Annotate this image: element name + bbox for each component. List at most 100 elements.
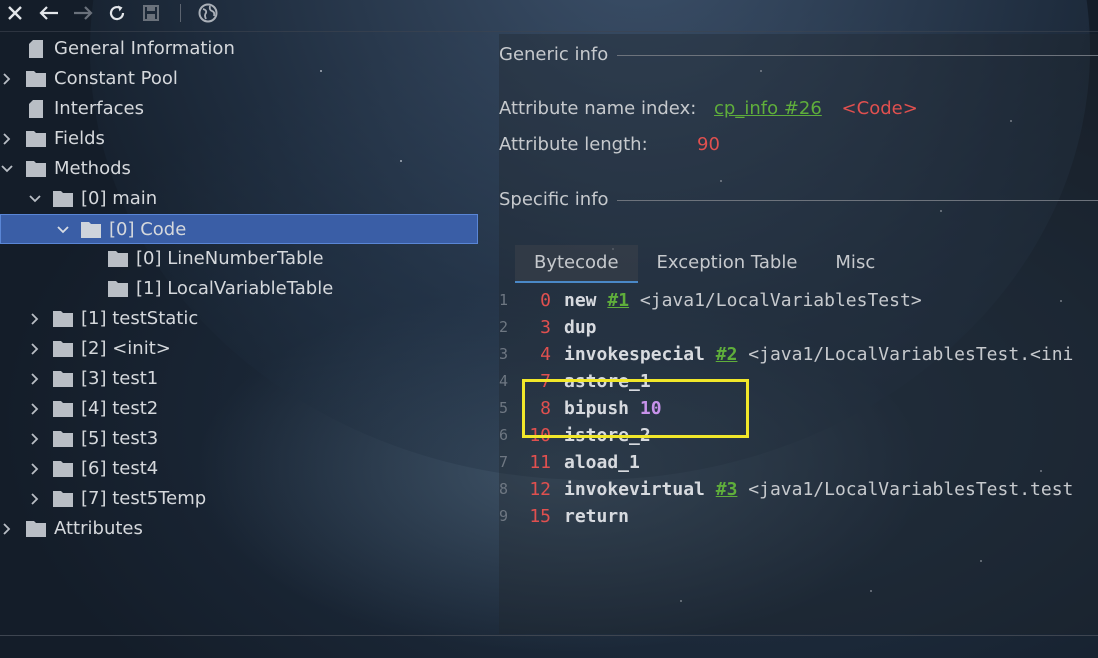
- tree-item-constant-pool[interactable]: Constant Pool: [0, 64, 480, 94]
- folder-icon: [26, 521, 46, 537]
- constant-comment: <java1/LocalVariablesTest>: [639, 290, 922, 311]
- toolbar-separator: [180, 4, 181, 22]
- attribute-detail-panel: Generic info Attribute name index: cp_in…: [499, 34, 1098, 634]
- save-icon: [143, 5, 159, 21]
- file-icon: [26, 100, 46, 118]
- tree-item-method-teststatic[interactable]: [1] testStatic: [0, 304, 480, 334]
- bytecode-line: 1 0 new #1 <java1/LocalVariablesTest>: [499, 287, 1098, 314]
- bytecode-offset: 3: [540, 317, 551, 338]
- line-number: 4: [499, 372, 509, 390]
- bytecode-offset: 12: [529, 479, 551, 500]
- attribute-length-value: 90: [697, 134, 720, 155]
- folder-icon: [53, 191, 73, 207]
- line-number: 5: [499, 399, 509, 417]
- tree-item-fields[interactable]: Fields: [0, 124, 480, 154]
- annotation-highlight-box: [522, 379, 749, 438]
- chevron-down-icon[interactable]: [56, 215, 70, 245]
- tree-item-method-test5temp[interactable]: [7] test5Temp: [0, 484, 480, 514]
- tree-item-label: Interfaces: [54, 98, 144, 119]
- tree-item-label: General Information: [54, 38, 235, 59]
- tree-item-label: [0] LineNumberTable: [136, 248, 324, 269]
- chevron-right-icon[interactable]: [28, 424, 42, 454]
- chevron-down-icon[interactable]: [0, 154, 14, 184]
- attribute-name-index-row: Attribute name index: cp_info #26 <Code>: [499, 98, 918, 119]
- tree-item-attributes[interactable]: Attributes: [0, 514, 480, 544]
- attribute-name-value: <Code>: [841, 98, 918, 119]
- folder-icon: [26, 161, 46, 177]
- folder-icon: [53, 491, 73, 507]
- tree-item-local-variable-table[interactable]: [1] LocalVariableTable: [0, 274, 480, 304]
- tree-item-method-test3[interactable]: [5] test3: [0, 424, 480, 454]
- bytecode-line: 2 3 dup: [499, 314, 1098, 341]
- line-number: 3: [499, 345, 509, 363]
- constant-ref-link[interactable]: #1: [607, 290, 629, 311]
- tree-item-method-test1[interactable]: [3] test1: [0, 364, 480, 394]
- tree-item-label: Methods: [54, 158, 131, 179]
- back-button[interactable]: [34, 1, 64, 25]
- chevron-right-icon[interactable]: [28, 334, 42, 364]
- refresh-icon: [109, 5, 125, 21]
- tree-item-method-init[interactable]: [2] <init>: [0, 334, 480, 364]
- folder-icon: [53, 461, 73, 477]
- tree-item-label: [3] test1: [81, 368, 159, 389]
- tree-item-method-test4[interactable]: [6] test4: [0, 454, 480, 484]
- opcode: aload_1: [564, 452, 640, 473]
- attribute-length-label: Attribute length:: [499, 134, 648, 155]
- class-structure-tree: General Information Constant Pool Interf…: [0, 34, 480, 544]
- file-icon: [26, 40, 46, 58]
- chevron-right-icon[interactable]: [0, 514, 14, 544]
- tree-item-label: [0] Code: [109, 219, 187, 240]
- tree-item-label: [1] LocalVariableTable: [136, 278, 334, 299]
- folder-icon: [53, 371, 73, 387]
- chevron-right-icon[interactable]: [28, 484, 42, 514]
- bytecode-instruction: invokespecial #2 <java1/LocalVariablesTe…: [564, 341, 1073, 368]
- close-icon: [8, 6, 22, 20]
- back-icon: [39, 6, 58, 20]
- opcode: new: [564, 290, 597, 311]
- folder-icon: [53, 341, 73, 357]
- toolbar-divider: [0, 31, 1098, 32]
- tree-item-method-test2[interactable]: [4] test2: [0, 394, 480, 424]
- tab-misc[interactable]: Misc: [816, 245, 894, 281]
- folder-icon: [81, 222, 101, 238]
- line-number: 1: [499, 291, 509, 309]
- refresh-button[interactable]: [102, 1, 132, 25]
- tab-bytecode[interactable]: Bytecode: [515, 245, 638, 283]
- save-button[interactable]: [136, 1, 166, 25]
- bytecode-line: 7 11 aload_1: [499, 449, 1098, 476]
- tree-item-label: Fields: [54, 128, 105, 149]
- web-button[interactable]: [193, 1, 223, 25]
- close-button[interactable]: [0, 1, 30, 25]
- tree-item-label: [1] testStatic: [81, 308, 199, 329]
- tree-item-methods[interactable]: Methods: [0, 154, 480, 184]
- tree-item-code[interactable]: [0] Code: [0, 214, 478, 244]
- constant-comment: <java1/LocalVariablesTest.<ini: [748, 344, 1074, 365]
- detail-tabs: Bytecode Exception Table Misc: [515, 245, 894, 283]
- chevron-right-icon[interactable]: [0, 124, 14, 154]
- chevron-right-icon[interactable]: [28, 454, 42, 484]
- constant-ref-link[interactable]: #2: [716, 344, 738, 365]
- opcode: return: [564, 506, 630, 527]
- chevron-down-icon[interactable]: [28, 184, 42, 214]
- constant-ref-link[interactable]: #3: [716, 479, 738, 500]
- opcode: invokespecial: [564, 344, 705, 365]
- bytecode-offset: 15: [529, 506, 551, 527]
- section-divider: [617, 55, 1098, 56]
- tree-item-interfaces[interactable]: Interfaces: [0, 94, 480, 124]
- chevron-right-icon[interactable]: [28, 394, 42, 424]
- cp-info-link[interactable]: cp_info #26: [714, 98, 822, 119]
- bytecode-instruction: new #1 <java1/LocalVariablesTest>: [564, 287, 922, 314]
- chevron-right-icon[interactable]: [28, 364, 42, 394]
- status-divider: [0, 635, 1098, 636]
- line-number: 8: [499, 480, 509, 498]
- tab-exception-table[interactable]: Exception Table: [638, 245, 817, 281]
- forward-button[interactable]: [68, 1, 98, 25]
- tree-item-label: [7] test5Temp: [81, 488, 207, 509]
- bytecode-offset: 0: [540, 290, 551, 311]
- chevron-right-icon[interactable]: [0, 64, 14, 94]
- tree-item-general-information[interactable]: General Information: [0, 34, 480, 64]
- tree-item-line-number-table[interactable]: [0] LineNumberTable: [0, 244, 480, 274]
- tree-item-method-main[interactable]: [0] main: [0, 184, 480, 214]
- opcode: dup: [564, 317, 597, 338]
- chevron-right-icon[interactable]: [28, 304, 42, 334]
